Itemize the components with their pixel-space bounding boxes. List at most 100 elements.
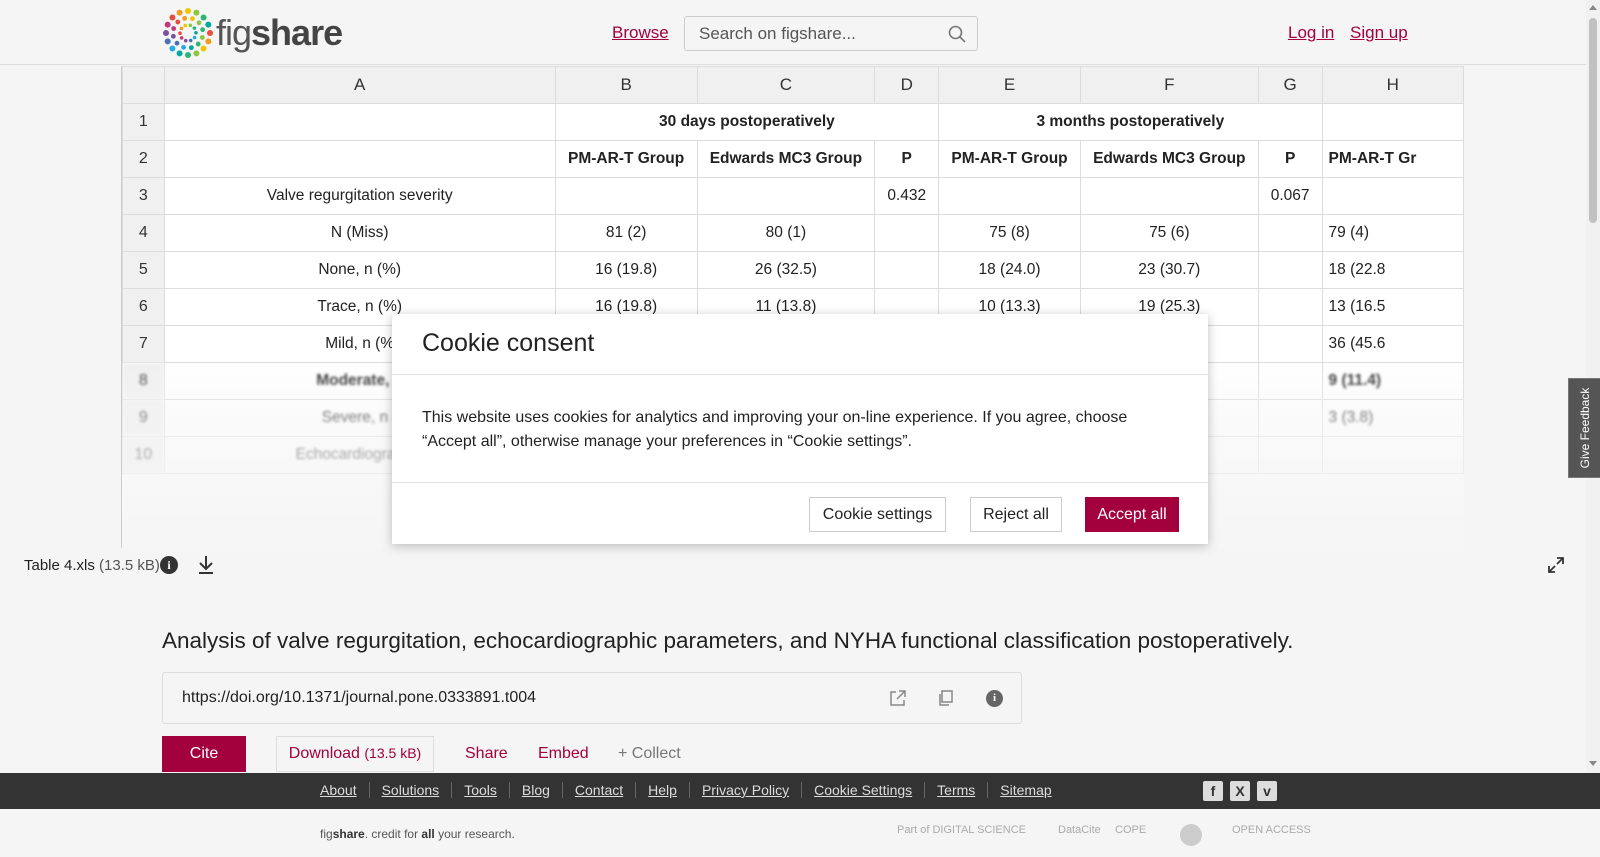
table-cell[interactable]: 16 (19.8) [554, 251, 698, 289]
footer-link-tools[interactable]: Tools [451, 782, 509, 798]
table-cell[interactable]: 0.432 [874, 177, 940, 215]
table-cell[interactable]: 13 (16.5 [1321, 288, 1464, 326]
search-icon[interactable] [947, 24, 967, 44]
column-header-a[interactable]: A [163, 66, 556, 104]
table-cell[interactable]: 80 (1) [696, 214, 876, 252]
table-cell[interactable]: P [1257, 140, 1323, 178]
table-cell[interactable]: 18 (24.0) [938, 251, 1081, 289]
table-cell[interactable] [1257, 325, 1323, 363]
signup-link[interactable]: Sign up [1350, 23, 1408, 43]
table-cell[interactable] [696, 177, 876, 215]
table-cell[interactable]: PM-AR-T Gr [1321, 140, 1464, 178]
table-cell[interactable] [1321, 177, 1464, 215]
table-cell[interactable]: 81 (2) [554, 214, 698, 252]
search-input[interactable] [685, 17, 925, 50]
footer-link-terms[interactable]: Terms [924, 782, 987, 798]
reject-all-button[interactable]: Reject all [970, 497, 1062, 532]
footer-link-cookie-settings[interactable]: Cookie Settings [801, 782, 924, 798]
scroll-up-arrow-icon[interactable] [1589, 5, 1597, 10]
share-button[interactable]: Share [465, 745, 508, 763]
table-cell[interactable]: 3 months postoperatively [938, 103, 1323, 141]
column-header-g[interactable]: G [1257, 66, 1323, 104]
footer-link-blog[interactable]: Blog [508, 782, 562, 798]
download-icon[interactable] [196, 554, 216, 576]
footer-link-about[interactable]: About [320, 782, 369, 798]
column-header-e[interactable]: E [938, 66, 1081, 104]
table-cell[interactable]: 3 (3.8) [1321, 399, 1464, 437]
table-cell[interactable] [163, 140, 556, 178]
table-cell[interactable]: 79 (4) [1321, 214, 1464, 252]
download-button[interactable]: Download (13.5 kB) [276, 736, 434, 772]
footer-link-contact[interactable]: Contact [561, 782, 635, 798]
table-cell[interactable]: P [874, 140, 940, 178]
column-header-h[interactable]: H [1321, 66, 1464, 104]
column-header-d[interactable]: D [874, 66, 940, 104]
row-header[interactable]: 4 [122, 214, 165, 252]
row-header[interactable]: 1 [122, 103, 165, 141]
table-cell[interactable]: 75 (8) [938, 214, 1081, 252]
table-cell[interactable]: 26 (32.5) [696, 251, 876, 289]
table-cell[interactable] [1257, 251, 1323, 289]
table-cell[interactable] [874, 251, 940, 289]
file-info-icon[interactable]: i [160, 556, 178, 574]
vimeo-icon[interactable]: v [1257, 781, 1277, 801]
table-cell[interactable] [1257, 399, 1323, 437]
copy-icon[interactable] [937, 689, 955, 707]
scrollbar-thumb[interactable] [1589, 18, 1597, 223]
corner-cell[interactable] [122, 66, 165, 104]
table-cell[interactable]: 36 (45.6 [1321, 325, 1464, 363]
open-external-icon[interactable] [889, 689, 907, 707]
table-cell[interactable] [163, 103, 556, 141]
footer-link-help[interactable]: Help [635, 782, 689, 798]
facebook-icon[interactable]: f [1203, 781, 1223, 801]
table-cell[interactable] [1079, 177, 1259, 215]
table-cell[interactable] [554, 177, 698, 215]
table-cell[interactable] [874, 214, 940, 252]
row-header[interactable]: 3 [122, 177, 165, 215]
footer-link-solutions[interactable]: Solutions [368, 782, 452, 798]
collect-button[interactable]: + Collect [618, 745, 681, 763]
table-cell[interactable]: 9 (11.4) [1321, 362, 1464, 400]
table-cell[interactable]: PM-AR-T Group [554, 140, 698, 178]
row-header[interactable]: 7 [122, 325, 165, 363]
table-cell[interactable]: N (Miss) [163, 214, 556, 252]
table-cell[interactable]: 18 (22.8 [1321, 251, 1464, 289]
row-header[interactable]: 2 [122, 140, 165, 178]
digital-science-logo[interactable]: Part of DIGITAL SCIENCE [897, 824, 1026, 846]
doi-info-icon[interactable]: i [986, 690, 1003, 707]
login-link[interactable]: Log in [1288, 23, 1334, 43]
accept-all-button[interactable]: Accept all [1085, 497, 1179, 532]
column-header-f[interactable]: F [1079, 66, 1259, 104]
x-twitter-icon[interactable]: X [1230, 781, 1250, 801]
table-cell[interactable]: Edwards MC3 Group [1079, 140, 1259, 178]
table-cell[interactable] [1321, 103, 1464, 141]
cope-logo[interactable]: COPE [1115, 824, 1146, 846]
table-cell[interactable]: 23 (30.7) [1079, 251, 1259, 289]
table-cell[interactable] [1257, 436, 1323, 474]
table-cell[interactable] [1321, 436, 1464, 474]
table-cell[interactable] [1257, 288, 1323, 326]
search-box[interactable] [684, 16, 978, 51]
doi-link[interactable]: https://doi.org/10.1371/journal.pone.033… [182, 689, 536, 707]
row-header[interactable]: 5 [122, 251, 165, 289]
give-feedback-tab[interactable]: Give Feedback [1568, 378, 1600, 478]
row-header[interactable]: 9 [122, 399, 165, 437]
row-header[interactable]: 10 [122, 436, 165, 474]
embed-button[interactable]: Embed [538, 745, 589, 763]
table-cell[interactable]: 30 days postoperatively [554, 103, 940, 141]
column-header-c[interactable]: C [696, 66, 876, 104]
row-header[interactable]: 6 [122, 288, 165, 326]
table-cell[interactable]: Valve regurgitation severity [163, 177, 556, 215]
footer-link-sitemap[interactable]: Sitemap [987, 782, 1063, 798]
partner-seal-icon[interactable] [1180, 824, 1202, 846]
footer-link-privacy-policy[interactable]: Privacy Policy [688, 782, 801, 798]
table-cell[interactable]: None, n (%) [163, 251, 556, 289]
table-cell[interactable]: 0.067 [1257, 177, 1323, 215]
table-cell[interactable] [1257, 214, 1323, 252]
figshare-logo[interactable]: figshare [162, 7, 343, 59]
column-header-b[interactable]: B [554, 66, 698, 104]
row-header[interactable]: 8 [122, 362, 165, 400]
table-cell[interactable] [938, 177, 1081, 215]
cookie-settings-button[interactable]: Cookie settings [809, 497, 946, 532]
scroll-down-arrow-icon[interactable] [1589, 761, 1597, 766]
